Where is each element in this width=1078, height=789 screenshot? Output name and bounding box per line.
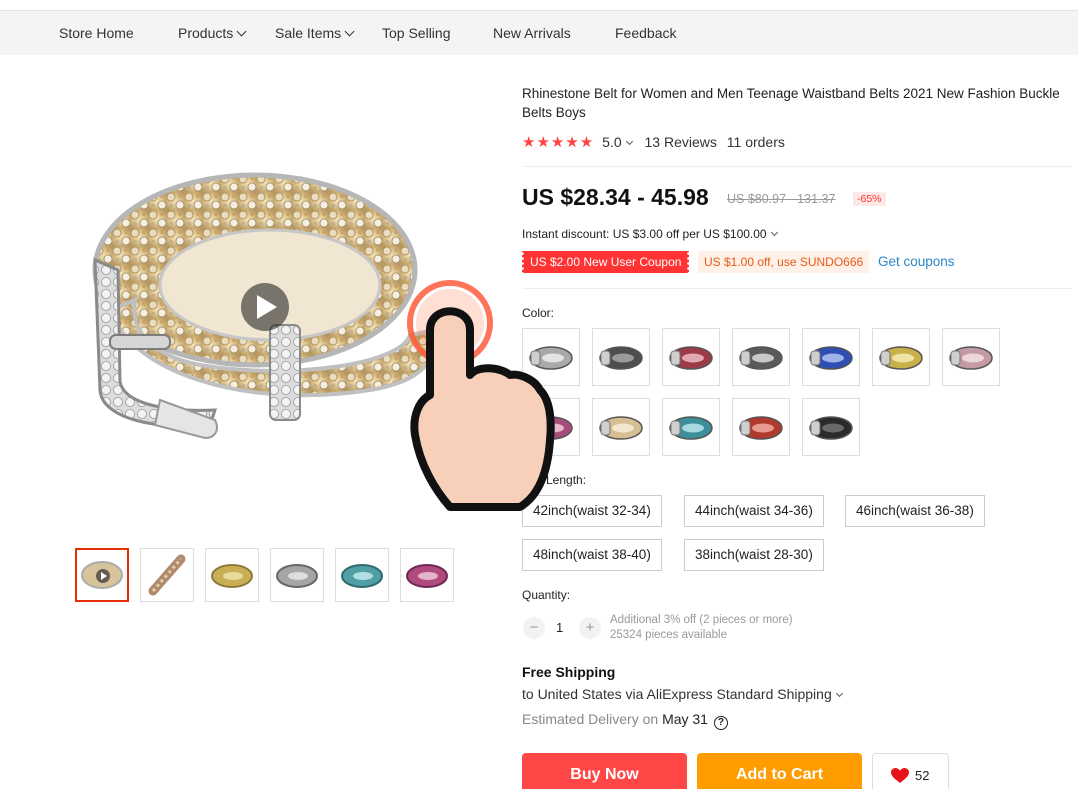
new-user-coupon[interactable]: US $2.00 New User Coupon [520,251,691,273]
discount-badge: -65% [853,192,886,206]
color-swatch-9[interactable] [592,398,650,456]
add-to-cart-button[interactable]: Add to Cart [697,753,862,789]
heart-icon [891,768,909,783]
nav-store-home[interactable]: Store Home [59,25,134,41]
help-icon[interactable]: ? [713,716,728,730]
nav-new-arrivals[interactable]: New Arrivals [493,25,571,41]
thumbnail-2[interactable] [140,548,194,602]
color-swatch-8[interactable] [522,398,580,456]
length-option-44[interactable]: 44inch(waist 34-36) [684,495,824,527]
stock-available: 25324 pieces available [610,629,728,641]
store-nav: Store Home Products Sale Items Top Selli… [0,10,1078,55]
get-coupons-link[interactable]: Get coupons [878,254,955,269]
color-swatch-4[interactable] [732,328,790,386]
thumbnail-4[interactable] [270,548,324,602]
buy-now-button[interactable]: Buy Now [522,753,687,789]
quantity-label: Quantity: [522,588,571,602]
length-option-48[interactable]: 48inch(waist 38-40) [522,539,662,571]
chevron-down-icon [625,137,633,146]
nav-sale-items[interactable]: Sale Items [275,25,355,41]
main-product-image[interactable] [40,120,480,480]
shipping-title: Free Shipping [522,664,616,680]
color-swatch-5[interactable] [802,328,860,386]
color-swatch-3[interactable] [662,328,720,386]
shipping-method[interactable]: to United States via AliExpress Standard… [522,686,843,702]
wishlist-count: 52 [915,768,930,783]
original-price: US $80.97 - 131.37 [727,192,836,206]
color-swatch-11[interactable] [732,398,790,456]
orders-count: 11 orders [726,134,785,150]
quantity-value[interactable]: 1 [556,620,563,635]
instant-discount[interactable]: Instant discount: US $3.00 off per US $1… [522,227,778,241]
wishlist-button[interactable]: 52 [872,753,949,789]
reviews-link[interactable]: 13 Reviews [645,134,717,150]
color-swatch-12[interactable] [802,398,860,456]
length-option-42[interactable]: 42inch(waist 32-34) [522,495,662,527]
color-swatch-6[interactable] [872,328,930,386]
nav-top-selling[interactable]: Top Selling [382,25,451,41]
thumbnail-3[interactable] [205,548,259,602]
chevron-down-icon [236,26,247,37]
color-swatch-10[interactable] [662,398,720,456]
rating-row: ★★★★★ 5.0 13 Reviews 11 orders [522,133,785,151]
color-label: Color: [522,306,555,320]
divider [522,166,1072,167]
quantity-plus-button[interactable]: + [579,617,601,639]
chevron-down-icon [344,26,355,37]
delivery-date: May 31 [662,711,708,727]
thumbnail-6[interactable] [400,548,454,602]
quantity-minus-button[interactable]: − [523,617,545,639]
store-coupon[interactable]: US $1.00 off, use SUNDO666 [698,251,870,273]
nav-products[interactable]: Products [178,25,247,41]
price: US $28.34 - 45.98 [522,184,709,210]
length-option-46[interactable]: 46inch(waist 36-38) [845,495,985,527]
thumbnail-1[interactable] [75,548,129,602]
play-icon[interactable] [241,283,289,331]
thumbnail-5[interactable] [335,548,389,602]
color-swatch-7[interactable] [942,328,1000,386]
nav-feedback[interactable]: Feedback [615,25,676,41]
chevron-down-icon [835,689,843,698]
chevron-down-icon [770,228,778,237]
product-title: Rhinestone Belt for Women and Men Teenag… [522,86,1060,120]
belt-length-label: Belt Length: [522,473,587,487]
bulk-discount-note: Additional 3% off (2 pieces or more) [610,614,793,626]
divider [522,288,1072,289]
estimated-delivery: Estimated Delivery on May 31? [522,711,728,730]
rating-value[interactable]: 5.0 [602,134,621,150]
quantity-note: Additional 3% off (2 pieces or more) 253… [610,613,793,643]
color-swatch-1[interactable] [522,328,580,386]
star-rating-icon: ★★★★★ [522,134,595,151]
length-option-38[interactable]: 38inch(waist 28-30) [684,539,824,571]
color-swatch-2[interactable] [592,328,650,386]
